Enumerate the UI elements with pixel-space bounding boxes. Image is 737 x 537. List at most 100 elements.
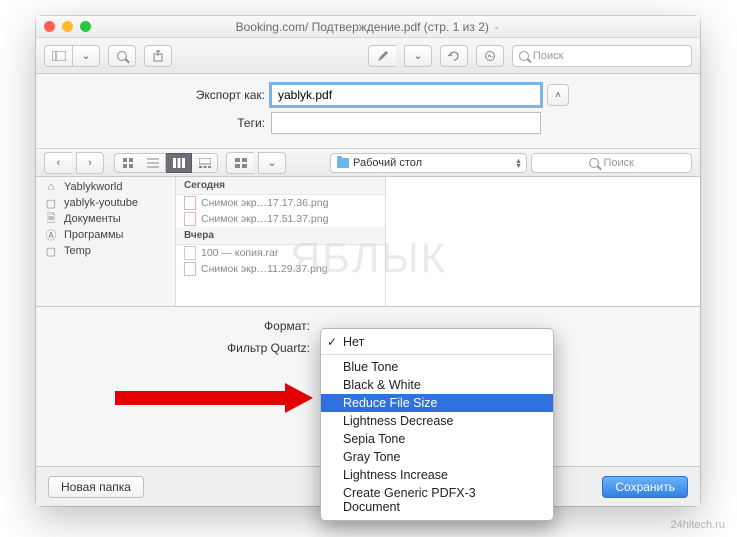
window-title: Booking.com/ Подтверждение.pdf (стр. 1 и…	[36, 20, 700, 34]
file-group-header: Сегодня	[176, 177, 385, 195]
search-icon	[589, 158, 599, 168]
sidebar-item[interactable]: 🗎 Документы	[36, 211, 175, 227]
view-list-button[interactable]	[140, 153, 166, 173]
view-icons-button[interactable]	[114, 153, 140, 173]
close-button[interactable]	[44, 21, 55, 32]
file-item[interactable]: Снимок экр…17.17.36.png	[176, 195, 385, 211]
export-filename-input[interactable]	[271, 84, 541, 106]
view-gallery-button[interactable]	[192, 153, 218, 173]
dropdown-item[interactable]: Black & White	[321, 376, 553, 394]
sidebar-dropdown-button[interactable]: ⌄	[72, 45, 100, 67]
zoom-button[interactable]	[108, 45, 136, 67]
dropdown-item-label: Reduce File Size	[343, 396, 438, 410]
sidebar-item[interactable]: ⌂ Yablykworld	[36, 179, 175, 195]
expand-collapse-button[interactable]: ˄	[547, 84, 569, 106]
updown-icon: ▴▾	[516, 158, 520, 168]
annotation-arrow	[115, 383, 320, 413]
dropdown-item[interactable]: Gray Tone	[321, 448, 553, 466]
dropdown-item[interactable]: Blue Tone	[321, 358, 553, 376]
check-icon: ✓	[327, 335, 337, 349]
file-name: 100 — копия.rar	[201, 247, 278, 259]
dropdown-separator	[321, 354, 553, 355]
sidebar-item[interactable]: ▢ Temp	[36, 243, 175, 259]
minimize-button[interactable]	[62, 21, 73, 32]
toolbar-search-placeholder: Поиск	[533, 50, 563, 62]
dropdown-item[interactable]: ✓ Нет	[321, 333, 553, 351]
annotate-button[interactable]	[368, 45, 396, 67]
sidebar-app-icon: Ⓐ	[44, 229, 58, 241]
markup-button[interactable]	[476, 45, 504, 67]
file-icon	[184, 196, 196, 210]
quartz-filter-dropdown[interactable]: ✓ Нет Blue Tone Black & White Reduce File Si…	[320, 328, 554, 521]
sidebar-item[interactable]: ▢ yablyk-youtube	[36, 195, 175, 211]
preview-column	[386, 177, 700, 306]
forward-button[interactable]: ›	[76, 152, 104, 174]
dropdown-item[interactable]: Lightness Decrease	[321, 412, 553, 430]
sidebar: ⌂ Yablykworld ▢ yablyk-youtube 🗎 Документы Ⓐ Пр…	[36, 177, 176, 306]
dropdown-item-label: Sepia Tone	[343, 432, 405, 446]
sidebar-toggle-button[interactable]	[44, 45, 72, 67]
tags-input[interactable]	[271, 112, 541, 134]
sidebar-item-label: Программы	[64, 229, 123, 241]
quartz-filter-label: Фильтр Quartz:	[36, 341, 316, 355]
titlebar: Booking.com/ Подтверждение.pdf (стр. 1 и…	[36, 16, 700, 38]
format-label: Формат:	[36, 319, 316, 333]
file-browser: ⌂ Yablykworld ▢ yablyk-youtube 🗎 Документы Ⓐ Пр…	[36, 177, 700, 307]
sidebar-item-label: Yablykworld	[64, 181, 123, 193]
file-column: Сегодня Снимок экр…17.17.36.png Снимок экр…	[176, 177, 386, 306]
finder-toolbar: ‹ › ⌄ Рабочий стол ▴▾	[36, 149, 700, 177]
app-toolbar: ⌄ ⌄ Поиск	[36, 38, 700, 74]
folder-icon	[337, 158, 349, 168]
finder-search-placeholder: Поиск	[603, 157, 633, 169]
dropdown-item-label: Blue Tone	[343, 360, 398, 374]
share-button[interactable]	[144, 45, 172, 67]
sidebar-folder-icon: ▢	[44, 245, 58, 257]
annotate-dropdown-button[interactable]: ⌄	[404, 45, 432, 67]
dropdown-item[interactable]: Reduce File Size	[321, 394, 553, 412]
sidebar-item-label: Документы	[64, 213, 121, 225]
sidebar-home-icon: ⌂	[44, 181, 58, 193]
dropdown-item-label: Lightness Increase	[343, 468, 448, 482]
dropdown-item-label: Create Generic PDFX-3 Document	[343, 486, 476, 514]
dropdown-item[interactable]: Sepia Tone	[321, 430, 553, 448]
search-icon	[519, 51, 529, 61]
group-dropdown-button[interactable]: ⌄	[258, 152, 286, 174]
title-text: Booking.com/ Подтверждение.pdf (стр. 1 и…	[236, 20, 489, 34]
dropdown-item[interactable]: Create Generic PDFX-3 Document	[321, 484, 553, 516]
dropdown-item-label: Black & White	[343, 378, 421, 392]
sidebar-folder-icon: ▢	[44, 197, 58, 209]
file-icon	[184, 246, 196, 260]
dropdown-item-label: Нет	[343, 335, 364, 349]
sidebar-doc-icon: 🗎	[44, 213, 58, 225]
file-name: Снимок экр…17.17.36.png	[201, 197, 328, 209]
toolbar-search-field[interactable]: Поиск	[512, 45, 692, 67]
dropdown-item-label: Gray Tone	[343, 450, 400, 464]
file-item[interactable]: Снимок экр…17.51.37.png	[176, 211, 385, 227]
location-label: Рабочий стол	[353, 157, 422, 169]
new-folder-button[interactable]: Новая папка	[48, 476, 144, 498]
dropdown-item[interactable]: Lightness Increase	[321, 466, 553, 484]
location-select[interactable]: Рабочий стол ▴▾	[330, 153, 527, 173]
sidebar-item-label: yablyk-youtube	[64, 197, 138, 209]
maximize-button[interactable]	[80, 21, 91, 32]
finder-search-field[interactable]: Поиск	[531, 153, 692, 173]
file-name: Снимок экр…11.29.37.png	[201, 263, 328, 275]
dropdown-item-label: Lightness Decrease	[343, 414, 453, 428]
file-item[interactable]: 100 — копия.rar	[176, 245, 385, 261]
export-panel: Экспорт как: ˄ Теги:	[36, 74, 700, 149]
title-chevron-icon[interactable]: ⌄	[493, 21, 501, 32]
file-icon	[184, 212, 196, 226]
save-button[interactable]: Сохранить	[602, 476, 688, 498]
back-button[interactable]: ‹	[44, 152, 72, 174]
file-icon	[184, 262, 196, 276]
export-as-label: Экспорт как:	[36, 88, 271, 102]
sidebar-item-label: Temp	[64, 245, 91, 257]
rotate-button[interactable]	[440, 45, 468, 67]
file-name: Снимок экр…17.51.37.png	[201, 213, 328, 225]
sidebar-item[interactable]: Ⓐ Программы	[36, 227, 175, 243]
group-button[interactable]	[226, 152, 254, 174]
view-columns-button[interactable]	[166, 153, 192, 173]
file-item[interactable]: Снимок экр…11.29.37.png	[176, 261, 385, 277]
traffic-lights	[44, 21, 91, 32]
file-group-header: Вчера	[176, 227, 385, 245]
